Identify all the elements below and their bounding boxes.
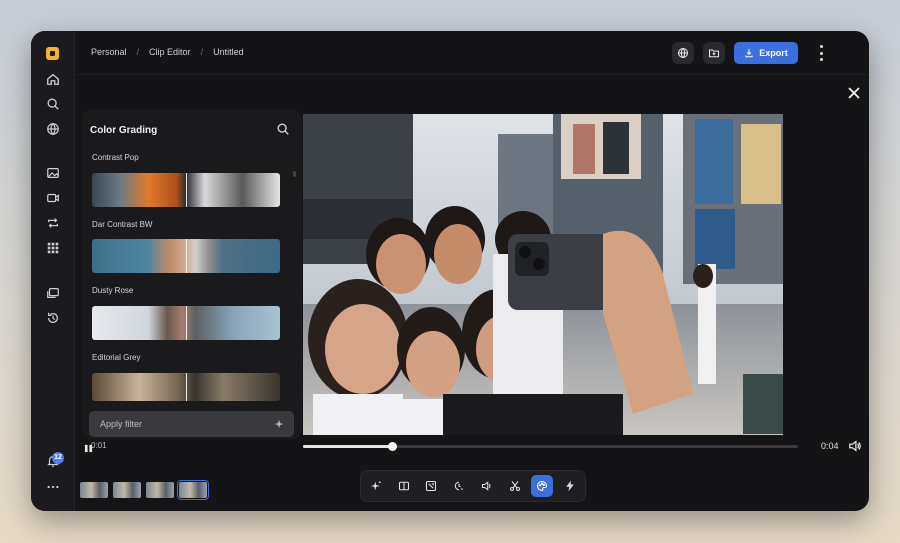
close-icon[interactable] [847, 86, 861, 100]
globe-icon[interactable] [41, 117, 65, 141]
folder-icon [708, 49, 720, 58]
filter-name[interactable]: Dusty Rose [92, 286, 133, 295]
app-window: 12 Personal / Clip Editor / Untitled Exp… [31, 31, 869, 511]
history-icon[interactable] [41, 306, 65, 330]
sparkle-icon[interactable] [365, 475, 387, 497]
breadcrumb: Personal / Clip Editor / Untitled [91, 47, 244, 57]
speed-icon[interactable] [448, 475, 470, 497]
scissors-icon[interactable] [504, 475, 526, 497]
filter-thumbnail[interactable] [92, 373, 280, 401]
more-icon[interactable] [41, 475, 65, 499]
globe-icon [677, 47, 689, 59]
breadcrumb-clip-editor[interactable]: Clip Editor [149, 47, 191, 57]
color-grading-panel: Color Grading Contrast Pop Dar Contrast … [82, 109, 302, 439]
sparkle-icon [274, 419, 284, 429]
apply-filter-input[interactable]: Apply filter [89, 411, 294, 437]
filter-thumbnail[interactable] [92, 173, 280, 207]
clip-thumbnail[interactable] [146, 482, 174, 498]
sidebar: 12 [31, 31, 75, 511]
repeat-icon[interactable] [41, 211, 65, 235]
download-icon [745, 49, 753, 58]
palette-icon[interactable] [531, 475, 554, 497]
volume-icon[interactable] [476, 475, 498, 497]
video-preview[interactable] [303, 114, 783, 435]
language-button[interactable] [672, 42, 694, 64]
filter-name[interactable]: Contrast Pop [92, 153, 139, 162]
clip-thumbnail[interactable] [80, 482, 108, 498]
panel-title: Color Grading [90, 125, 158, 136]
home-icon[interactable] [41, 67, 65, 91]
export-button[interactable]: Export [734, 42, 798, 64]
crop-icon[interactable] [420, 475, 442, 497]
grid-icon[interactable] [41, 236, 65, 260]
video-icon[interactable] [41, 186, 65, 210]
top-bar: Personal / Clip Editor / Untitled Export [75, 31, 869, 75]
search-icon[interactable] [276, 122, 290, 136]
save-folder-button[interactable] [703, 42, 725, 64]
timeline-progress [303, 445, 393, 448]
breadcrumb-personal[interactable]: Personal [91, 47, 127, 57]
notification-badge: 12 [52, 452, 64, 464]
bolt-icon[interactable] [559, 475, 581, 497]
breadcrumb-separator: / [136, 47, 140, 57]
panel-scrollbar[interactable] [293, 171, 296, 177]
image-icon[interactable] [41, 161, 65, 185]
timeline-scrubber[interactable] [303, 442, 798, 451]
filter-thumbnail[interactable] [92, 239, 280, 273]
more-options-icon[interactable] [816, 45, 826, 61]
duration: 0:04 [821, 441, 839, 451]
clip-thumbnail-selected[interactable] [177, 480, 209, 500]
breadcrumb-project[interactable]: Untitled [213, 47, 244, 57]
current-time: 0:01 [91, 441, 107, 450]
filter-name[interactable]: Dar Contrast BW [92, 220, 152, 229]
filter-name[interactable]: Editorial Grey [92, 353, 140, 362]
video-frame-image [303, 114, 783, 435]
volume-icon[interactable] [848, 439, 862, 453]
apply-filter-placeholder: Apply filter [100, 419, 143, 429]
export-label: Export [759, 48, 788, 58]
timeline-handle[interactable] [388, 442, 398, 451]
search-icon[interactable] [41, 92, 65, 116]
filter-thumbnail[interactable] [92, 306, 280, 340]
edit-toolbar [360, 470, 586, 502]
app-logo[interactable] [46, 47, 59, 60]
clip-strip [80, 480, 209, 500]
clip-thumbnail[interactable] [113, 482, 141, 498]
layers-icon[interactable] [41, 281, 65, 305]
breadcrumb-separator: / [200, 47, 204, 57]
split-icon[interactable] [393, 475, 415, 497]
